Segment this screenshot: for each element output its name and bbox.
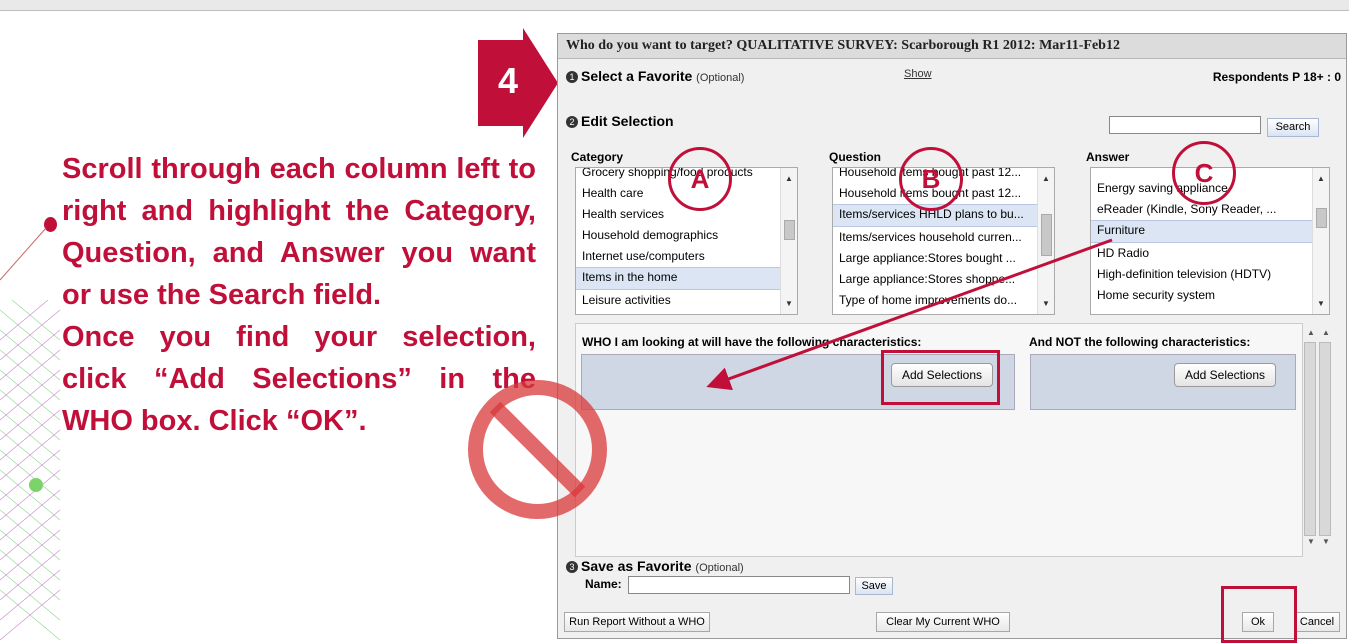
select-favorite-label: Select a Favorite	[581, 68, 693, 84]
scroll-up-icon[interactable]: ▲	[1042, 174, 1050, 183]
list-item[interactable]: Home security system	[1091, 285, 1329, 306]
highlight-add-selections	[881, 350, 1000, 405]
scroll-thumb[interactable]	[1041, 214, 1052, 256]
search-button[interactable]: Search	[1267, 118, 1319, 137]
list-item-selected[interactable]: Furniture	[1091, 220, 1329, 243]
scroll-thumb[interactable]	[1316, 208, 1327, 228]
scroll-down-icon[interactable]: ▼	[1307, 537, 1315, 546]
name-field[interactable]	[628, 576, 850, 594]
list-item-selected[interactable]: Items in the home	[576, 267, 797, 290]
instruction-paragraph-1: Scroll through each column left to right…	[62, 153, 536, 311]
no-symbol-icon	[468, 380, 607, 519]
target-dialog: Who do you want to target? QUALITATIVE S…	[557, 33, 1347, 639]
edit-selection-label: Edit Selection	[581, 113, 674, 129]
search-input[interactable]	[1109, 116, 1261, 134]
save-favorite-optional: (Optional)	[695, 562, 744, 574]
respondents-count: Respondents P 18+ : 0	[1212, 70, 1341, 84]
clear-who-button[interactable]: Clear My Current WHO	[876, 612, 1010, 632]
list-item[interactable]: High-definition television (HDTV)	[1091, 264, 1329, 285]
list-item[interactable]: Leisure activities	[576, 290, 797, 311]
select-favorite-row: 1 Select a Favorite (Optional) Show Respo…	[566, 68, 1341, 88]
question-scrollbar[interactable]: ▲ ▼	[1037, 168, 1054, 314]
cancel-button[interactable]: Cancel	[1294, 612, 1340, 632]
list-item[interactable]: Items/services household curren...	[833, 227, 1054, 248]
answer-scrollbar[interactable]: ▲ ▼	[1312, 168, 1329, 314]
step-number: 4	[498, 60, 519, 101]
step1-icon: 1	[566, 71, 578, 83]
run-report-button[interactable]: Run Report Without a WHO	[564, 612, 710, 632]
not-add-selections-button[interactable]: Add Selections	[1174, 363, 1276, 387]
name-label: Name:	[585, 577, 622, 591]
step3-icon: 3	[566, 561, 578, 573]
list-item[interactable]: Type of home improvements do...	[833, 290, 1054, 311]
who-label: WHO I am looking at will have the follow…	[582, 335, 922, 349]
scroll-down-icon[interactable]: ▼	[1317, 299, 1325, 308]
step2-icon: 2	[566, 116, 578, 128]
scroll-up-icon[interactable]: ▲	[785, 174, 793, 183]
decorative-mesh	[0, 300, 60, 641]
question-header: Question	[829, 150, 882, 164]
scroll-up-icon[interactable]: ▲	[1307, 328, 1315, 337]
list-item[interactable]: Large appliance:Stores shoppe...	[833, 269, 1054, 290]
category-scrollbar[interactable]: ▲ ▼	[780, 168, 797, 314]
save-button[interactable]: Save	[855, 577, 893, 595]
bullet-dot	[44, 217, 57, 232]
list-item[interactable]: Household demographics	[576, 225, 797, 246]
list-item[interactable]: Large appliance:Stores bought ...	[833, 248, 1054, 269]
not-label: And NOT the following characteristics:	[1029, 335, 1251, 349]
save-favorite-label: Save as Favorite	[581, 558, 692, 574]
scroll-thumb[interactable]	[784, 220, 795, 240]
scroll-down-icon[interactable]: ▼	[785, 299, 793, 308]
not-box[interactable]: Add Selections	[1030, 354, 1296, 410]
list-item[interactable]: HD Radio	[1091, 243, 1329, 264]
scroll-up-icon[interactable]: ▲	[1317, 174, 1325, 183]
callout-a: A	[668, 147, 732, 211]
scroll-up-icon[interactable]: ▲	[1322, 328, 1330, 337]
select-favorite-optional: (Optional)	[696, 72, 745, 84]
callout-c: C	[1172, 141, 1236, 205]
dialog-title: Who do you want to target? QUALITATIVE S…	[558, 34, 1346, 59]
highlight-ok-button	[1221, 586, 1297, 643]
edit-selection-heading: 2 Edit Selection	[566, 113, 674, 129]
list-item[interactable]: Internet use/computers	[576, 246, 797, 267]
panel-scrollbar[interactable]	[1304, 342, 1316, 536]
browser-top-bar	[0, 0, 1349, 11]
answer-header: Answer	[1086, 150, 1130, 164]
show-link[interactable]: Show	[904, 68, 932, 80]
scroll-down-icon[interactable]: ▼	[1322, 537, 1330, 546]
scroll-down-icon[interactable]: ▼	[1042, 299, 1050, 308]
callout-b: B	[899, 147, 963, 211]
panel-scrollbar-2[interactable]	[1319, 342, 1331, 536]
category-header: Category	[571, 150, 624, 164]
save-favorite-heading: 3 Save as Favorite (Optional)	[566, 558, 744, 574]
